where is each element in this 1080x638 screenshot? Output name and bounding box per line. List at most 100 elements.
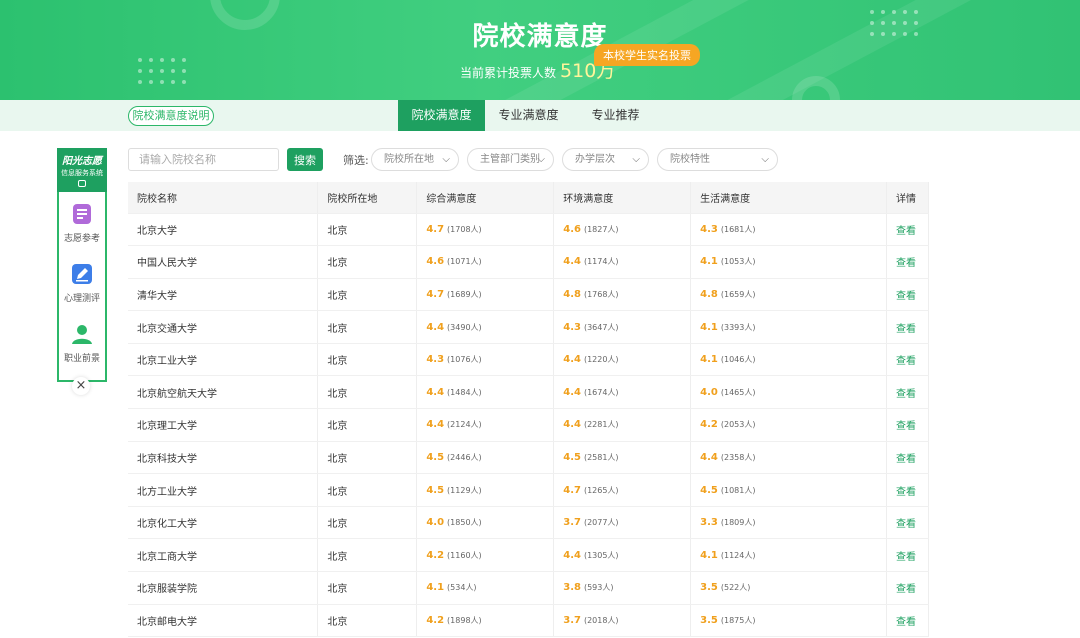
select-level[interactable]: 办学层次 ⌵	[562, 148, 649, 171]
overall-cell: 4.7 (1689人)	[416, 278, 555, 312]
overall-cell: 4.4 (3490人)	[416, 310, 555, 344]
view-link[interactable]: 查看	[896, 421, 916, 432]
overall-score: 4.6	[426, 256, 445, 268]
table-row: 北京邮电大学 北京 4.2 (1898人) 3.7 (2018人) 3.5 (1875人) 查看	[128, 604, 930, 638]
environment-cell: 4.4 (1174人)	[553, 245, 692, 279]
col-life: 生活满意度	[690, 182, 887, 214]
environment-count: (1174人)	[583, 257, 619, 267]
life-score: 4.1	[700, 256, 718, 268]
life-score: 3.3	[700, 517, 718, 529]
select-location[interactable]: 院校所在地 ⌵	[371, 148, 459, 171]
side-panel-header[interactable]: 阳光志愿 信息服务系统	[57, 148, 107, 192]
side-item-label: 心理测评	[63, 294, 100, 304]
school-name: 北京理工大学	[128, 408, 319, 442]
environment-score: 4.4	[563, 354, 581, 366]
school-name: 北京科技大学	[128, 441, 319, 475]
side-panel-menu: 志愿参考 心理测评 职业前景	[57, 192, 107, 382]
school-location: 北京	[317, 245, 418, 279]
tab-major-recommend[interactable]: 专业推荐	[572, 100, 659, 131]
vote-count: 当前累计投票人数 510万	[460, 56, 615, 83]
col-environment: 环境满意度	[553, 182, 692, 214]
table-row: 北京理工大学 北京 4.4 (2124人) 4.4 (2281人) 4.2 (2053人) 查看	[128, 408, 930, 442]
side-item-reference[interactable]: 志愿参考	[59, 202, 105, 258]
detail-cell: 查看	[886, 441, 930, 475]
school-name: 北方工业大学	[128, 473, 319, 507]
side-item-career[interactable]: 职业前景	[59, 322, 105, 378]
environment-cell: 4.7 (1265人)	[553, 473, 692, 507]
view-link[interactable]: 查看	[896, 356, 916, 367]
select-feature[interactable]: 院校特性 ⌵	[657, 148, 778, 171]
school-name: 北京交通大学	[128, 310, 319, 344]
view-link[interactable]: 查看	[896, 389, 916, 400]
life-count: (1124人)	[720, 550, 756, 560]
detail-cell: 查看	[886, 604, 930, 638]
play-icon	[78, 180, 86, 187]
table-row: 北京工业大学 北京 4.3 (1076人) 4.4 (1220人) 4.1 (1046人) 查看	[128, 343, 930, 377]
overall-score: 4.2	[426, 614, 445, 626]
environment-score: 4.7	[563, 484, 581, 496]
environment-count: (2018人)	[583, 615, 619, 625]
overall-score: 4.4	[426, 386, 445, 398]
detail-cell: 查看	[886, 310, 930, 344]
view-link[interactable]: 查看	[896, 291, 916, 302]
table-row: 北京科技大学 北京 4.5 (2446人) 4.5 (2581人) 4.4 (2358人) 查看	[128, 441, 930, 475]
side-panel: 阳光志愿 信息服务系统 志愿参考 心理测评 职业前景	[57, 148, 107, 382]
life-score: 4.2	[700, 419, 718, 431]
view-link[interactable]: 查看	[896, 454, 916, 465]
environment-score: 4.4	[563, 386, 581, 398]
school-name: 北京工业大学	[128, 343, 319, 377]
life-score: 4.4	[700, 451, 718, 463]
table-row: 北京大学 北京 4.7 (1708人) 4.6 (1827人) 4.3 (1681人) 查看	[128, 213, 930, 247]
table-row: 清华大学 北京 4.7 (1689人) 4.8 (1768人) 4.8 (1659人) 查看	[128, 278, 930, 312]
school-location: 北京	[317, 375, 418, 410]
tab-school-satisfaction[interactable]: 院校满意度	[398, 100, 485, 131]
overall-score: 4.7	[426, 288, 445, 300]
school-name: 北京大学	[128, 213, 319, 247]
environment-count: (593人)	[583, 583, 614, 593]
environment-score: 4.8	[563, 288, 581, 300]
environment-count: (1674人)	[583, 387, 619, 397]
school-location: 北京	[317, 278, 418, 312]
overall-score: 4.5	[426, 484, 445, 496]
table-header-row: 院校名称 院校所在地 综合满意度 环境满意度 生活满意度 详情	[128, 182, 930, 214]
life-cell: 4.0 (1465人)	[690, 375, 887, 410]
search-button[interactable]: 搜索	[287, 148, 323, 171]
life-cell: 4.5 (1081人)	[690, 473, 887, 507]
view-link[interactable]: 查看	[896, 226, 916, 237]
life-count: (1809人)	[720, 518, 756, 528]
overall-count: (1076人)	[447, 355, 482, 365]
view-link[interactable]: 查看	[896, 552, 916, 563]
school-name: 北京化工大学	[128, 506, 319, 540]
view-link[interactable]: 查看	[896, 584, 916, 595]
environment-count: (1827人)	[583, 224, 619, 234]
tab-major-satisfaction[interactable]: 专业满意度	[485, 100, 572, 131]
overall-count: (3490人)	[447, 322, 482, 332]
life-count: (1081人)	[720, 485, 756, 495]
life-score: 3.5	[700, 614, 718, 626]
view-link[interactable]: 查看	[896, 324, 916, 335]
view-link[interactable]: 查看	[896, 258, 916, 269]
view-link[interactable]: 查看	[896, 617, 916, 628]
select-department[interactable]: 主管部门类别 ⌵	[467, 148, 554, 171]
close-icon[interactable]: ×	[72, 377, 90, 395]
table-row: 北京交通大学 北京 4.4 (3490人) 4.3 (3647人) 4.1 (3393人) 查看	[128, 310, 930, 344]
explain-button[interactable]: 院校满意度说明	[128, 106, 214, 126]
detail-cell: 查看	[886, 538, 930, 573]
detail-cell: 查看	[886, 506, 930, 540]
table-row: 北京工商大学 北京 4.2 (1160人) 4.4 (1305人) 4.1 (1124人) 查看	[128, 538, 930, 573]
view-link[interactable]: 查看	[896, 487, 916, 498]
school-location: 北京	[317, 310, 418, 344]
life-count: (2053人)	[720, 420, 756, 430]
side-item-psych-test[interactable]: 心理测评	[59, 262, 105, 318]
environment-cell: 3.8 (593人)	[553, 571, 692, 605]
environment-score: 4.3	[563, 321, 581, 333]
life-cell: 3.5 (522人)	[690, 571, 887, 605]
overall-count: (1850人)	[447, 518, 482, 528]
col-school-name: 院校名称	[128, 182, 319, 214]
detail-cell: 查看	[886, 375, 930, 410]
search-input[interactable]	[128, 148, 279, 171]
view-link[interactable]: 查看	[896, 519, 916, 530]
environment-cell: 4.4 (1674人)	[553, 375, 692, 410]
school-name: 北京工商大学	[128, 538, 319, 573]
school-location: 北京	[317, 538, 418, 573]
